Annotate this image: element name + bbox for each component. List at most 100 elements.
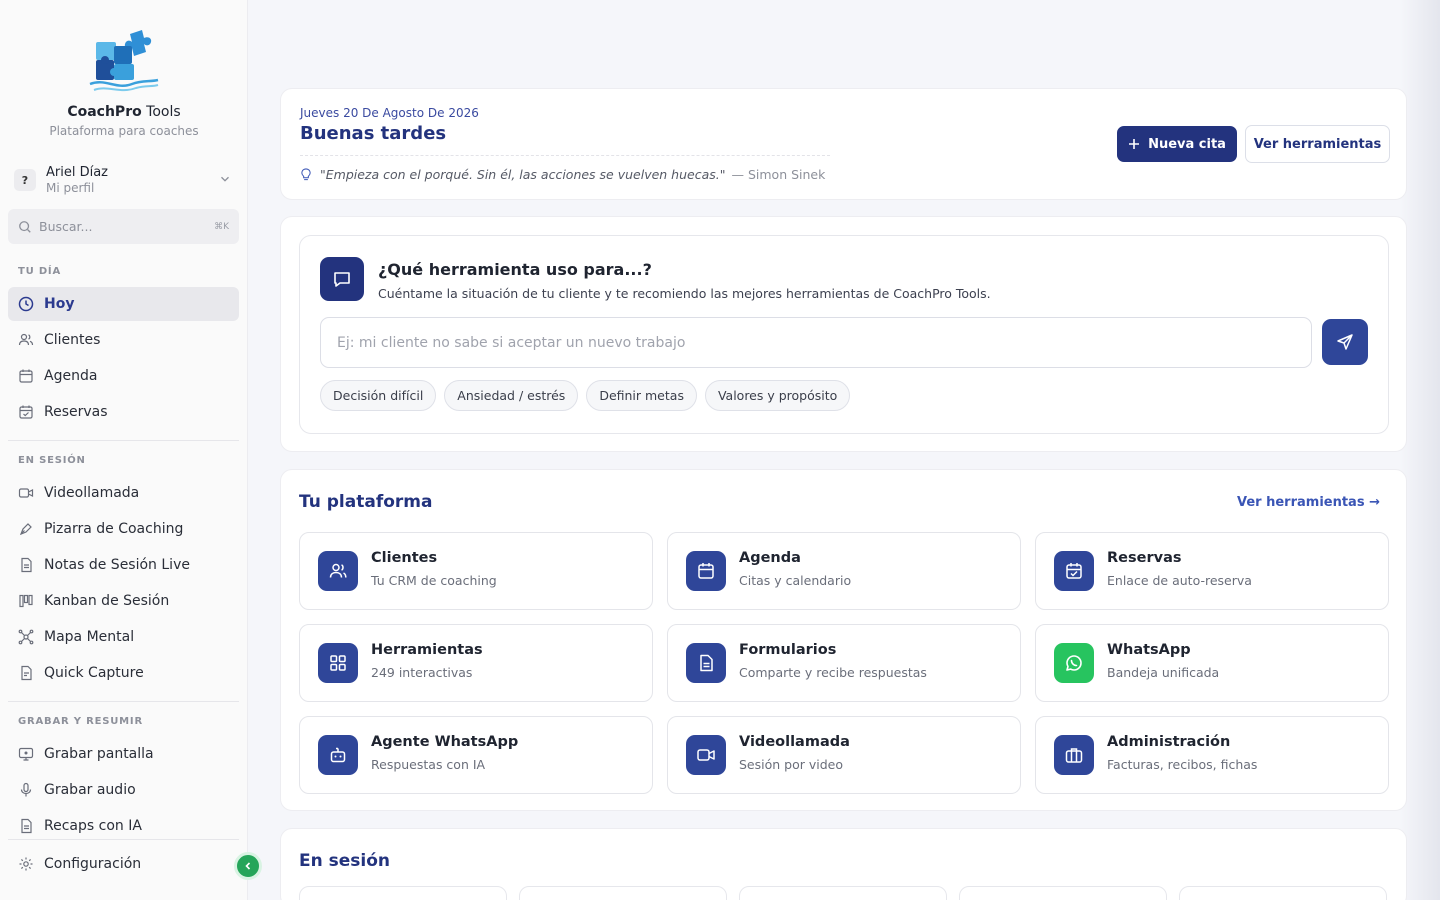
tile-name: Agente WhatsApp xyxy=(371,734,519,750)
search-icon xyxy=(19,220,31,233)
tile-name: Videollamada xyxy=(739,734,850,750)
sidebar-search: ⌘K xyxy=(8,209,239,244)
new-appointment-button[interactable]: Nueva cita xyxy=(1117,126,1237,162)
page-title: Buenas tardes xyxy=(300,123,447,144)
tile-name: Agenda xyxy=(739,550,801,566)
sidebar-item-label: Mapa Mental xyxy=(44,629,135,645)
sidebar-item-configuracion[interactable]: Configuración xyxy=(8,847,239,881)
whatsapp-icon xyxy=(1054,643,1094,683)
section-label-tu-dia: TU DÍA xyxy=(18,266,61,277)
tile-clientes[interactable]: Clientes Tu CRM de coaching xyxy=(299,532,653,610)
tile-desc: Respuestas con IA xyxy=(371,757,486,772)
sidebar-item-notas[interactable]: Notas de Sesión Live xyxy=(8,548,239,582)
users-icon xyxy=(18,333,34,346)
session-tile[interactable] xyxy=(299,886,507,900)
gear-icon xyxy=(19,857,33,871)
sidebar-item-pizarra[interactable]: Pizarra de Coaching xyxy=(8,512,239,546)
sidebar-item-label: Quick Capture xyxy=(44,665,144,681)
users-icon xyxy=(318,551,358,591)
calendar-check-icon xyxy=(1054,551,1094,591)
view-tools-link[interactable]: Ver herramientas → xyxy=(1237,495,1380,510)
calendar-check-icon xyxy=(19,405,33,419)
grid-icon xyxy=(318,643,358,683)
send-icon xyxy=(1337,334,1353,350)
view-tools-button[interactable]: Ver herramientas xyxy=(1245,125,1390,163)
file-text-icon xyxy=(686,643,726,683)
calendar-icon xyxy=(19,369,33,383)
sidebar-item-recaps[interactable]: Recaps con IA xyxy=(8,809,239,843)
sidebar-item-label: Videollamada xyxy=(44,485,140,501)
tile-formularios[interactable]: Formularios Comparte y recibe respuestas xyxy=(667,624,1021,702)
sidebar-item-label: Grabar pantalla xyxy=(44,746,154,762)
file-text-icon xyxy=(21,557,32,573)
recommender-subtitle: Cuéntame la situación de tu cliente y te… xyxy=(378,286,991,301)
sidebar-item-label: Grabar audio xyxy=(44,782,136,798)
tile-name: Administración xyxy=(1107,734,1231,750)
tile-name: WhatsApp xyxy=(1107,642,1191,658)
sidebar-item-mapa[interactable]: Mapa Mental xyxy=(8,620,239,654)
kanban-icon xyxy=(19,594,33,608)
puzzle-logo-icon xyxy=(89,30,159,92)
suggestion-chips: Decisión difícil Ansiedad / estrés Defin… xyxy=(320,380,851,411)
tile-videollamada[interactable]: Videollamada Sesión por video xyxy=(667,716,1021,794)
calendar-icon xyxy=(686,551,726,591)
clock-icon xyxy=(18,296,34,312)
sidebar-item-agenda[interactable]: Agenda xyxy=(8,359,239,393)
chip-ansiedad[interactable]: Ansiedad / estrés xyxy=(444,380,579,411)
sidebar-item-kanban[interactable]: Kanban de Sesión xyxy=(8,584,239,618)
tile-desc: 249 interactivas xyxy=(371,665,473,680)
sidebar-item-label: Clientes xyxy=(44,332,101,348)
sidebar-item-clientes[interactable]: Clientes xyxy=(8,323,239,357)
tile-desc: Sesión por video xyxy=(739,757,843,772)
tile-reservas[interactable]: Reservas Enlace de auto-reserva xyxy=(1035,532,1389,610)
tile-desc: Comparte y recibe respuestas xyxy=(739,665,927,680)
sidebar-item-label: Kanban de Sesión xyxy=(44,593,170,609)
sidebar-divider xyxy=(8,839,239,840)
sidebar-item-label: Notas de Sesión Live xyxy=(44,557,190,573)
tile-desc: Facturas, recibos, fichas xyxy=(1107,757,1258,772)
tile-agente-whatsapp[interactable]: Agente WhatsApp Respuestas con IA xyxy=(299,716,653,794)
session-tile[interactable] xyxy=(739,886,947,900)
sidebar-item-quick-capture[interactable]: Quick Capture xyxy=(8,656,239,690)
tile-herramientas[interactable]: Herramientas 249 interactivas xyxy=(299,624,653,702)
file-icon xyxy=(21,665,32,681)
situation-input[interactable] xyxy=(320,317,1312,368)
sidebar-divider xyxy=(8,440,239,441)
tile-desc: Citas y calendario xyxy=(739,573,852,588)
sidebar-item-label: Agenda xyxy=(44,368,98,384)
brand-name: CoachPro Tools xyxy=(67,104,181,120)
sidebar-item-label: Reservas xyxy=(44,404,108,420)
quote-row: "Empieza con el porqué. Sin él, las acci… xyxy=(300,167,825,182)
chip-decision[interactable]: Decisión difícil xyxy=(320,380,437,411)
search-input[interactable] xyxy=(39,219,204,234)
pen-tool-icon xyxy=(19,523,32,536)
session-tile[interactable] xyxy=(519,886,727,900)
sidebar-item-hoy[interactable]: Hoy xyxy=(8,287,239,321)
tile-name: Formularios xyxy=(739,642,837,658)
send-button[interactable] xyxy=(1322,319,1368,365)
tile-desc: Tu CRM de coaching xyxy=(371,573,497,588)
tile-name: Clientes xyxy=(371,550,438,566)
tool-recommender-card: ¿Qué herramienta uso para...? Cuéntame l… xyxy=(280,216,1407,452)
tile-administracion[interactable]: Administración Facturas, recibos, fichas xyxy=(1035,716,1389,794)
sidebar-item-reservas[interactable]: Reservas xyxy=(8,395,239,429)
sidebar: CoachPro Tools Plataforma para coaches ?… xyxy=(0,0,248,900)
sidebar-item-grabar-audio[interactable]: Grabar audio xyxy=(8,773,239,807)
session-tile[interactable] xyxy=(1179,886,1387,900)
chip-valores[interactable]: Valores y propósito xyxy=(704,380,851,411)
session-tile[interactable] xyxy=(959,886,1167,900)
tile-whatsapp[interactable]: WhatsApp Bandeja unificada xyxy=(1035,624,1389,702)
greeting-card: Jueves 20 De Agosto De 2026 Buenas tarde… xyxy=(280,88,1407,200)
search-shortcut: ⌘K xyxy=(214,221,229,232)
video-icon xyxy=(686,735,726,775)
bot-icon xyxy=(318,735,358,775)
tile-agenda[interactable]: Agenda Citas y calendario xyxy=(667,532,1021,610)
chip-metas[interactable]: Definir metas xyxy=(586,380,697,411)
sidebar-item-grabar-pantalla[interactable]: Grabar pantalla xyxy=(8,737,239,771)
dotted-divider xyxy=(300,155,830,156)
sidebar-item-label: Pizarra de Coaching xyxy=(44,521,184,537)
profile-switcher[interactable]: ? Ariel Díaz Mi perfil xyxy=(14,162,236,198)
quote-author: — Simon Sinek xyxy=(731,167,826,182)
sidebar-item-videollamada[interactable]: Videollamada xyxy=(8,476,239,510)
brand-block: CoachPro Tools Plataforma para coaches xyxy=(0,28,248,138)
